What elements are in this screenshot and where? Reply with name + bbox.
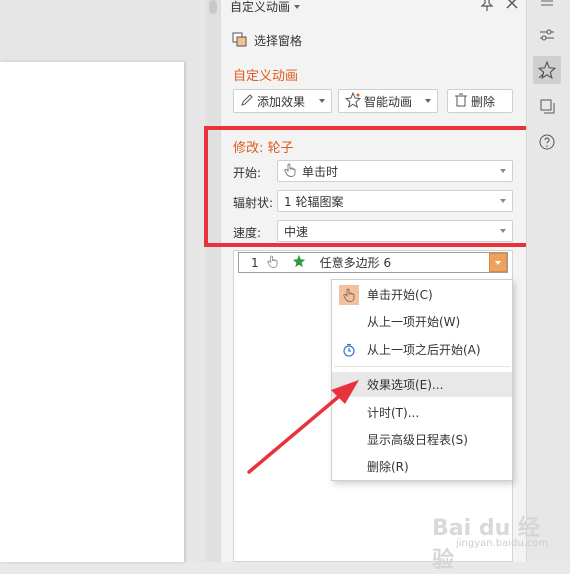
slide-page[interactable]: [0, 62, 184, 562]
highlight-box: [204, 126, 532, 247]
green-star-icon: [292, 254, 306, 271]
menu-item-remove[interactable]: 删除(R): [332, 454, 512, 479]
item-name: 任意多边形 6: [319, 256, 392, 270]
menu-item-effect-options[interactable]: 效果选项(E)...: [332, 372, 512, 397]
select-pane-label: 选择窗格: [254, 33, 303, 48]
help-icon[interactable]: [533, 128, 561, 156]
select-pane-button[interactable]: 选择窗格: [232, 30, 302, 50]
vertical-scrollbar[interactable]: [206, 0, 220, 562]
menu-item-start-on-click[interactable]: 单击开始(C): [332, 282, 512, 307]
close-icon[interactable]: [505, 0, 519, 12]
clock-icon: [339, 340, 359, 360]
menu-item-advanced-timeline[interactable]: 显示高级日程表(S): [332, 427, 512, 452]
menu-item-label: 从上一项开始(W): [367, 315, 461, 329]
watermark: Bai du 经验 jingyan.baidu.com: [432, 508, 552, 573]
menu-item-label: 从上一项之后开始(A): [367, 343, 481, 357]
animation-list-item[interactable]: 1 任意多边形 6: [238, 252, 508, 273]
selection-pane-icon: [232, 31, 248, 50]
menu-item-label: 计时(T)...: [367, 406, 420, 420]
menu-item-label: 效果选项(E)...: [367, 378, 444, 392]
right-sidebar: [526, 0, 570, 562]
item-index: 1: [251, 255, 259, 270]
add-effect-button[interactable]: 添加效果: [233, 89, 332, 113]
pane-title-text: 自定义动画: [230, 0, 291, 14]
section-title-custom-animation: 自定义动画: [233, 69, 299, 84]
menu-item-after-previous[interactable]: 从上一项之后开始(A): [332, 337, 512, 362]
smart-star-icon: [344, 91, 362, 111]
mouse-click-icon: [339, 285, 359, 305]
smart-animation-button[interactable]: 智能动画: [338, 89, 438, 113]
caret-down-icon: [294, 4, 301, 9]
menu-item-label: 单击开始(C): [367, 288, 433, 302]
chevron-down-icon: [495, 260, 501, 265]
menu-divider: [334, 366, 510, 367]
mouse-click-icon: [267, 255, 278, 271]
menu-item-with-previous[interactable]: 从上一项开始(W): [332, 309, 512, 334]
watermark-url: jingyan.baidu.com: [456, 538, 549, 549]
item-dropdown-button[interactable]: [489, 253, 507, 272]
trash-icon: [454, 93, 468, 110]
slide-transition-icon[interactable]: [533, 92, 561, 120]
pin-icon[interactable]: [480, 0, 494, 12]
pencil-icon: [240, 93, 254, 110]
delete-button[interactable]: 删除: [447, 89, 513, 113]
menu-item-label: 删除(R): [367, 460, 409, 474]
pane-title[interactable]: 自定义动画: [230, 0, 301, 15]
menu-item-timing[interactable]: 计时(T)...: [332, 400, 512, 425]
chevron-down-icon: [425, 99, 431, 103]
smart-animation-label: 智能动画: [364, 94, 413, 109]
delete-label: 删除: [471, 94, 496, 109]
chevron-down-icon: [319, 99, 325, 103]
add-effect-label: 添加效果: [257, 94, 306, 109]
scrollbar-thumb[interactable]: [209, 0, 217, 14]
settings-sliders-icon[interactable]: [533, 21, 561, 49]
animation-star-icon[interactable]: [533, 56, 561, 84]
menu-item-label: 显示高级日程表(S): [367, 433, 468, 447]
menu-lines-icon[interactable]: [533, 0, 561, 18]
